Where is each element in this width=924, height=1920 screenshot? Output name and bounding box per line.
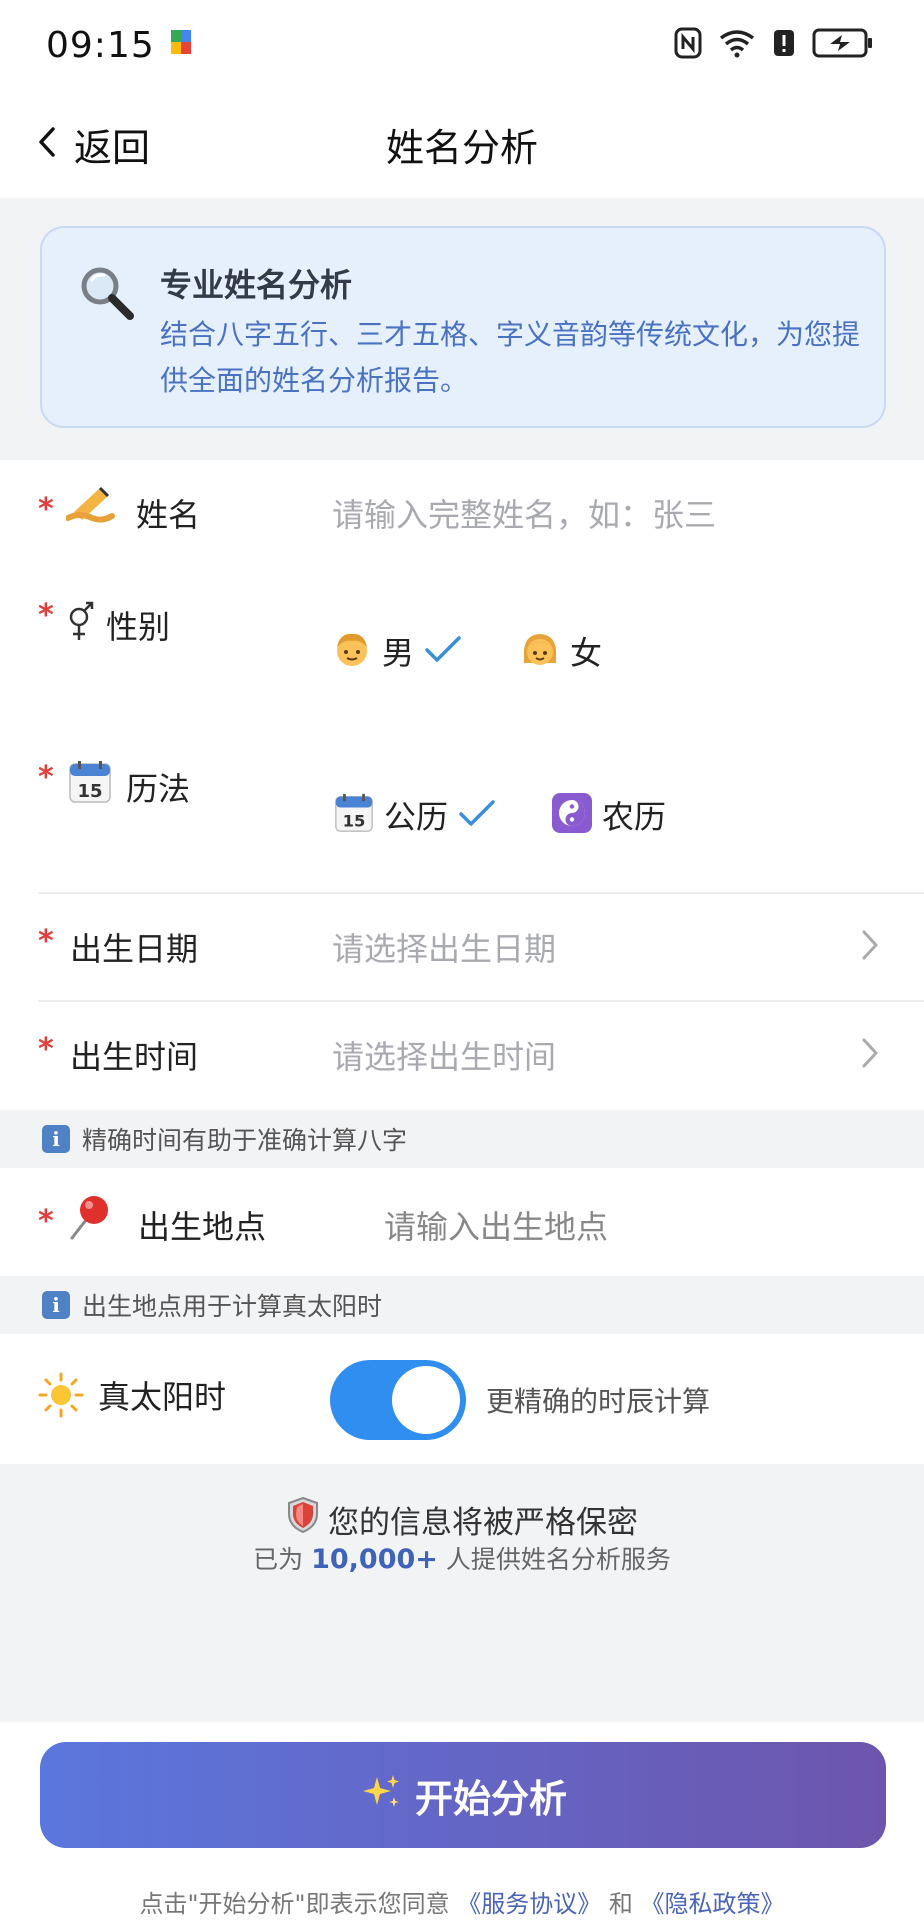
- service-agreement-link[interactable]: 《服务协议》: [457, 1890, 601, 1918]
- back-label: 返回: [74, 125, 151, 170]
- solar-time-toggle[interactable]: [330, 1360, 466, 1440]
- birth-place-row: * 出生地点 请输入出生地点: [0, 1168, 924, 1276]
- time-hint-text: 精确时间有助于准确计算八字: [82, 1126, 408, 1155]
- gender-option-label: 男: [382, 634, 415, 672]
- birth-date-label: 出生日期: [70, 930, 199, 968]
- yin-yang-icon: [552, 793, 592, 837]
- app-store-icon: [169, 28, 195, 62]
- birth-time-placeholder: 请选择出生时间: [332, 1038, 557, 1076]
- agreement-text: 点击"开始分析"即表示您同意 《服务协议》 和 《隐私政策》: [0, 1884, 924, 1919]
- calendar-icon: 15: [68, 760, 112, 808]
- place-hint: i 出生地点用于计算真太阳时: [0, 1276, 924, 1334]
- chevron-left-icon: [36, 125, 58, 163]
- required-mark: *: [38, 492, 54, 527]
- birth-time-label: 出生时间: [70, 1038, 199, 1076]
- solar-time-label: 真太阳时: [98, 1378, 227, 1416]
- checkmark-icon: [424, 634, 462, 668]
- checkmark-icon: [458, 798, 496, 832]
- calendar-icon: 15: [334, 793, 374, 837]
- name-label: 姓名: [136, 496, 201, 534]
- name-input[interactable]: 请输入完整姓名，如：张三: [320, 480, 880, 540]
- intro-description: 结合八字五行、三才五格、字义音韵等传统文化，为您提供全面的姓名分析报告。: [160, 318, 861, 397]
- gender-option-female[interactable]: 女: [520, 628, 602, 674]
- calendar-label: 历法: [126, 770, 191, 808]
- required-mark: *: [38, 1032, 54, 1067]
- served-count: 10,000+: [311, 1544, 438, 1575]
- secure-notice: 您的信息将被严格保密: [0, 1496, 924, 1542]
- nav-bar: 姓名分析 返回: [0, 90, 924, 198]
- status-bar: 09:15: [0, 0, 924, 90]
- gender-label: 性别: [106, 608, 171, 646]
- calendar-option-lunar[interactable]: 农历: [552, 792, 666, 838]
- time-hint: i 精确时间有助于准确计算八字: [0, 1110, 924, 1168]
- alert-icon: [772, 28, 796, 62]
- gender-option-male[interactable]: 男: [332, 628, 462, 674]
- calendar-option-solar[interactable]: 15 公历: [334, 792, 496, 838]
- place-hint-text: 出生地点用于计算真太阳时: [82, 1292, 383, 1321]
- birth-date-picker[interactable]: * 出生日期 请选择出生日期: [0, 894, 924, 1000]
- writing-hand-icon: [65, 482, 116, 530]
- birth-place-placeholder: 请输入出生地点: [384, 1208, 609, 1246]
- required-mark: *: [38, 924, 54, 959]
- chevron-right-icon: [860, 928, 880, 966]
- birth-date-placeholder: 请选择出生日期: [332, 930, 557, 968]
- calendar-option-label: 公历: [384, 798, 449, 836]
- battery-icon: [812, 27, 874, 63]
- status-time: 09:15: [46, 24, 155, 66]
- privacy-policy-link[interactable]: 《隐私政策》: [641, 1890, 785, 1918]
- nfc-icon: [674, 27, 702, 63]
- served-prefix: 已为: [253, 1545, 304, 1574]
- magnifier-icon: [76, 262, 136, 326]
- svg-text:15: 15: [77, 781, 102, 802]
- wifi-icon: [718, 28, 756, 62]
- intro-card: 专业姓名分析 结合八字五行、三才五格、字义音韵等传统文化，为您提供全面的姓名分析…: [40, 226, 886, 428]
- agreement-prefix: 点击"开始分析"即表示您同意: [139, 1890, 450, 1918]
- shield-icon: [286, 1496, 320, 1542]
- back-button[interactable]: 返回: [36, 112, 150, 176]
- info-icon: i: [42, 1125, 70, 1153]
- sun-icon: [38, 1372, 84, 1422]
- boy-icon: [332, 629, 372, 673]
- secure-text: 您的信息将被严格保密: [328, 1504, 638, 1541]
- birth-place-label: 出生地点: [138, 1208, 267, 1246]
- agreement-and: 和: [608, 1890, 633, 1918]
- svg-text:15: 15: [343, 812, 366, 831]
- pushpin-icon: [66, 1190, 114, 1246]
- chevron-right-icon: [860, 1036, 880, 1074]
- required-mark: *: [38, 598, 54, 633]
- served-suffix: 人提供姓名分析服务: [445, 1545, 671, 1574]
- start-button-label: 开始分析: [414, 1776, 567, 1821]
- start-analysis-button[interactable]: 开始分析: [40, 1742, 886, 1848]
- info-icon: i: [42, 1291, 70, 1319]
- toggle-knob: [392, 1366, 460, 1434]
- birth-time-picker[interactable]: * 出生时间 请选择出生时间: [0, 1002, 924, 1108]
- required-mark: *: [38, 760, 54, 795]
- served-stats: 已为 10,000+ 人提供姓名分析服务: [0, 1540, 924, 1576]
- solar-time-description: 更精确的时辰计算: [486, 1385, 711, 1418]
- required-mark: *: [38, 1204, 54, 1239]
- girl-icon: [520, 629, 560, 673]
- gender-symbol-icon: [64, 600, 94, 648]
- birth-place-input[interactable]: 请输入出生地点: [374, 1190, 884, 1250]
- name-placeholder: 请输入完整姓名，如：张三: [332, 496, 717, 534]
- gender-option-label: 女: [570, 634, 603, 672]
- calendar-option-label: 农历: [602, 798, 667, 836]
- sparkles-icon: [359, 1773, 403, 1817]
- intro-title: 专业姓名分析: [160, 266, 353, 304]
